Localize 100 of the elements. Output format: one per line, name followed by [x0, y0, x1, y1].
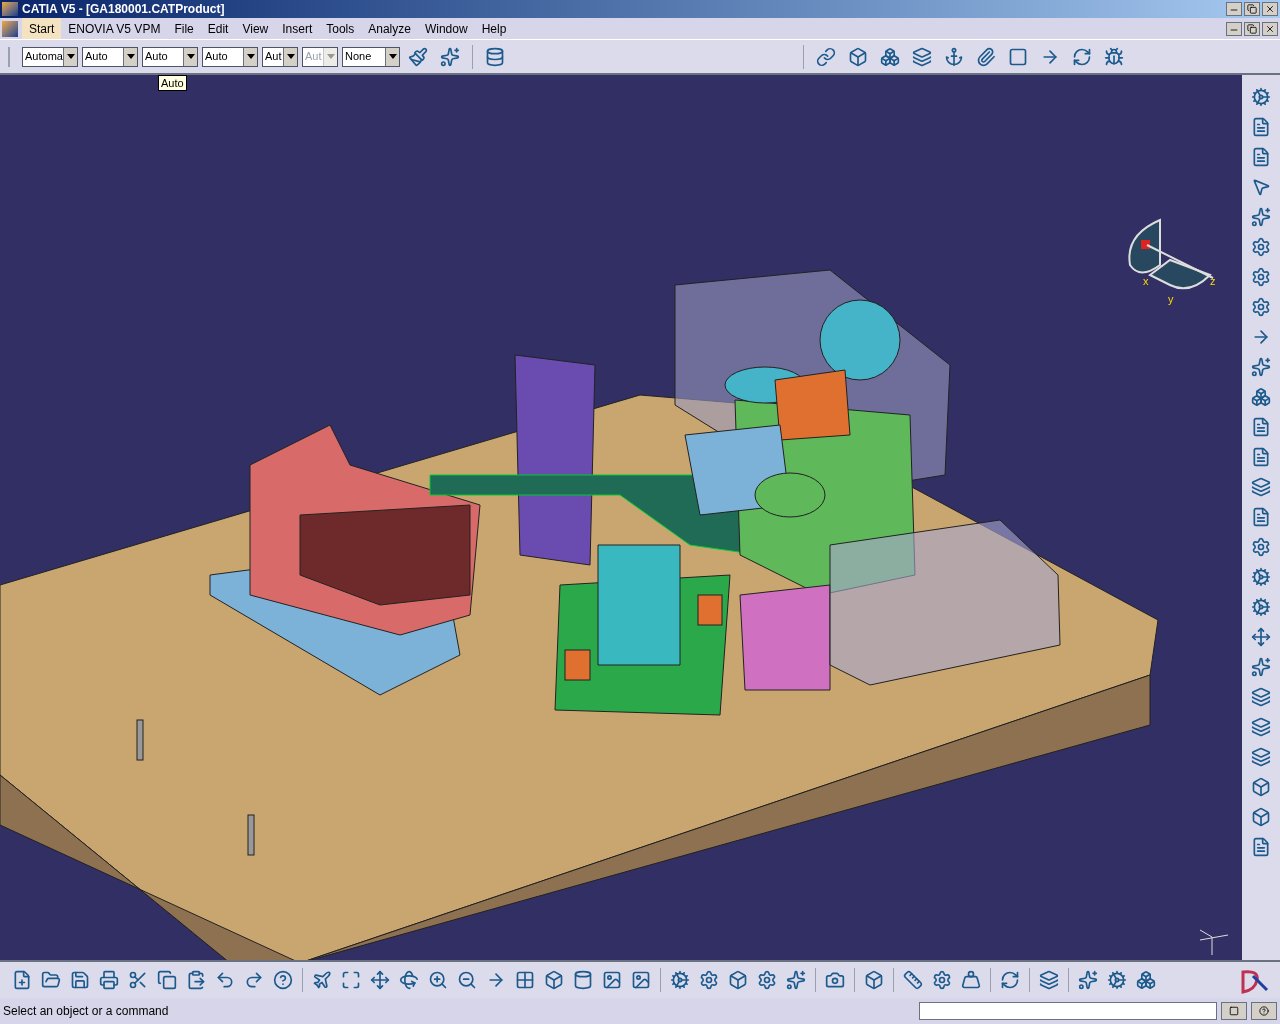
layers-icon	[912, 46, 932, 67]
menu-item[interactable]: Edit	[200, 18, 236, 39]
menu-item[interactable]: Start	[22, 18, 62, 39]
axis-label: x	[1143, 275, 1149, 287]
tool-icon	[1251, 447, 1271, 467]
boxes-icon	[880, 46, 900, 67]
axis-label: z	[1210, 275, 1216, 287]
tool-icon	[1251, 147, 1271, 167]
database-icon	[485, 46, 505, 67]
tool-icon	[1251, 567, 1271, 587]
new-file-icon	[12, 970, 32, 990]
fit-all-icon	[341, 970, 361, 990]
cycle-icon	[1000, 970, 1020, 990]
undo-icon	[215, 970, 235, 990]
weight-icon	[961, 970, 981, 990]
tool-icon	[1251, 747, 1271, 767]
menu-item[interactable]: View	[235, 18, 276, 39]
gear-icon	[699, 970, 719, 990]
box-icon	[864, 970, 884, 990]
image-icon	[631, 970, 651, 990]
restore-icon	[1247, 4, 1257, 14]
tool-icon	[1251, 807, 1271, 827]
tool-icon	[1251, 237, 1271, 257]
close-button[interactable]	[1262, 2, 1278, 16]
command-input-field[interactable]	[919, 1002, 1217, 1020]
menu-item[interactable]: Help	[474, 18, 514, 39]
menu-item[interactable]: Insert	[275, 18, 320, 39]
copy-icon	[157, 970, 177, 990]
help-icon	[273, 970, 293, 990]
axis-triad-icon	[1199, 929, 1229, 956]
tool-icon	[1251, 627, 1271, 647]
dropdown[interactable]: Auto	[202, 46, 258, 67]
ruler-icon	[903, 970, 923, 990]
menu-item[interactable]: Window	[417, 18, 475, 39]
frame-icon	[1008, 46, 1028, 67]
box-icon	[848, 46, 868, 67]
restore-button[interactable]	[1244, 21, 1260, 36]
minimize-button[interactable]	[1226, 2, 1242, 16]
anchor-icon	[944, 46, 964, 67]
gear-icon	[757, 970, 777, 990]
menu-item[interactable]: ENOVIA V5 VPM	[61, 18, 168, 39]
tool-icon	[1251, 477, 1271, 497]
tool-icon	[1251, 387, 1271, 407]
restore-button[interactable]	[1244, 2, 1260, 16]
pan-icon	[370, 970, 390, 990]
dropdown[interactable]: Auto	[142, 46, 198, 67]
tool-icon	[1251, 537, 1271, 557]
tool-icon	[1251, 837, 1271, 857]
tool-icon	[1251, 87, 1271, 107]
print-icon	[99, 970, 119, 990]
tool-icon	[1251, 687, 1271, 707]
tool-icon	[1251, 507, 1271, 527]
tool-icon	[1251, 357, 1271, 377]
restore-icon	[1247, 23, 1257, 34]
cube-icon	[544, 970, 564, 990]
save-icon	[70, 970, 90, 990]
image-icon	[602, 970, 622, 990]
boxes-icon	[1136, 970, 1156, 990]
rotate-icon	[399, 970, 419, 990]
box-icon	[728, 970, 748, 990]
tool-icon	[1251, 117, 1271, 137]
cylinder-icon	[573, 970, 593, 990]
menu-item[interactable]: Analyze	[361, 18, 418, 39]
sparkle-icon	[786, 970, 806, 990]
minimize-button[interactable]	[1226, 21, 1242, 36]
tool-icon	[1251, 297, 1271, 317]
close-icon	[1265, 4, 1275, 14]
app-logo-icon	[2, 2, 18, 16]
tool-icon	[1251, 177, 1271, 197]
dropdown[interactable]: None	[342, 46, 400, 67]
tool-icon	[1251, 657, 1271, 677]
catia-logo-icon	[1239, 968, 1269, 994]
tool-icon	[1251, 417, 1271, 437]
window-title: CATIA V5 - [GA180001.CATProduct]	[22, 1, 226, 18]
paintbrush-icon	[408, 46, 428, 67]
tool-icon	[1251, 267, 1271, 287]
paperclip-icon	[976, 46, 996, 67]
axis-label: y	[1168, 293, 1174, 305]
menu-item[interactable]: Tools	[319, 18, 362, 39]
refresh-icon	[1072, 46, 1092, 67]
close-icon	[1265, 23, 1275, 34]
dropdown[interactable]: Automa	[22, 46, 78, 67]
tool-icon	[1251, 777, 1271, 797]
tool-icon	[1251, 207, 1271, 227]
document-logo-icon	[2, 20, 18, 37]
compass-icon	[1128, 219, 1214, 290]
camera-icon	[825, 970, 845, 990]
dropdown[interactable]: Auto	[82, 46, 138, 67]
dropdown[interactable]: Aut	[262, 46, 298, 67]
plane-icon	[312, 970, 332, 990]
link-icon	[816, 46, 836, 67]
layers-icon	[1039, 970, 1059, 990]
status-button[interactable]	[1221, 1002, 1247, 1020]
sparkle-icon	[440, 46, 460, 67]
status-button[interactable]	[1251, 1002, 1277, 1020]
info-icon	[1259, 1006, 1269, 1016]
sparkle-icon	[1078, 970, 1098, 990]
tool-icon	[1251, 597, 1271, 617]
menu-item[interactable]: File	[167, 18, 201, 39]
close-button[interactable]	[1262, 21, 1278, 36]
